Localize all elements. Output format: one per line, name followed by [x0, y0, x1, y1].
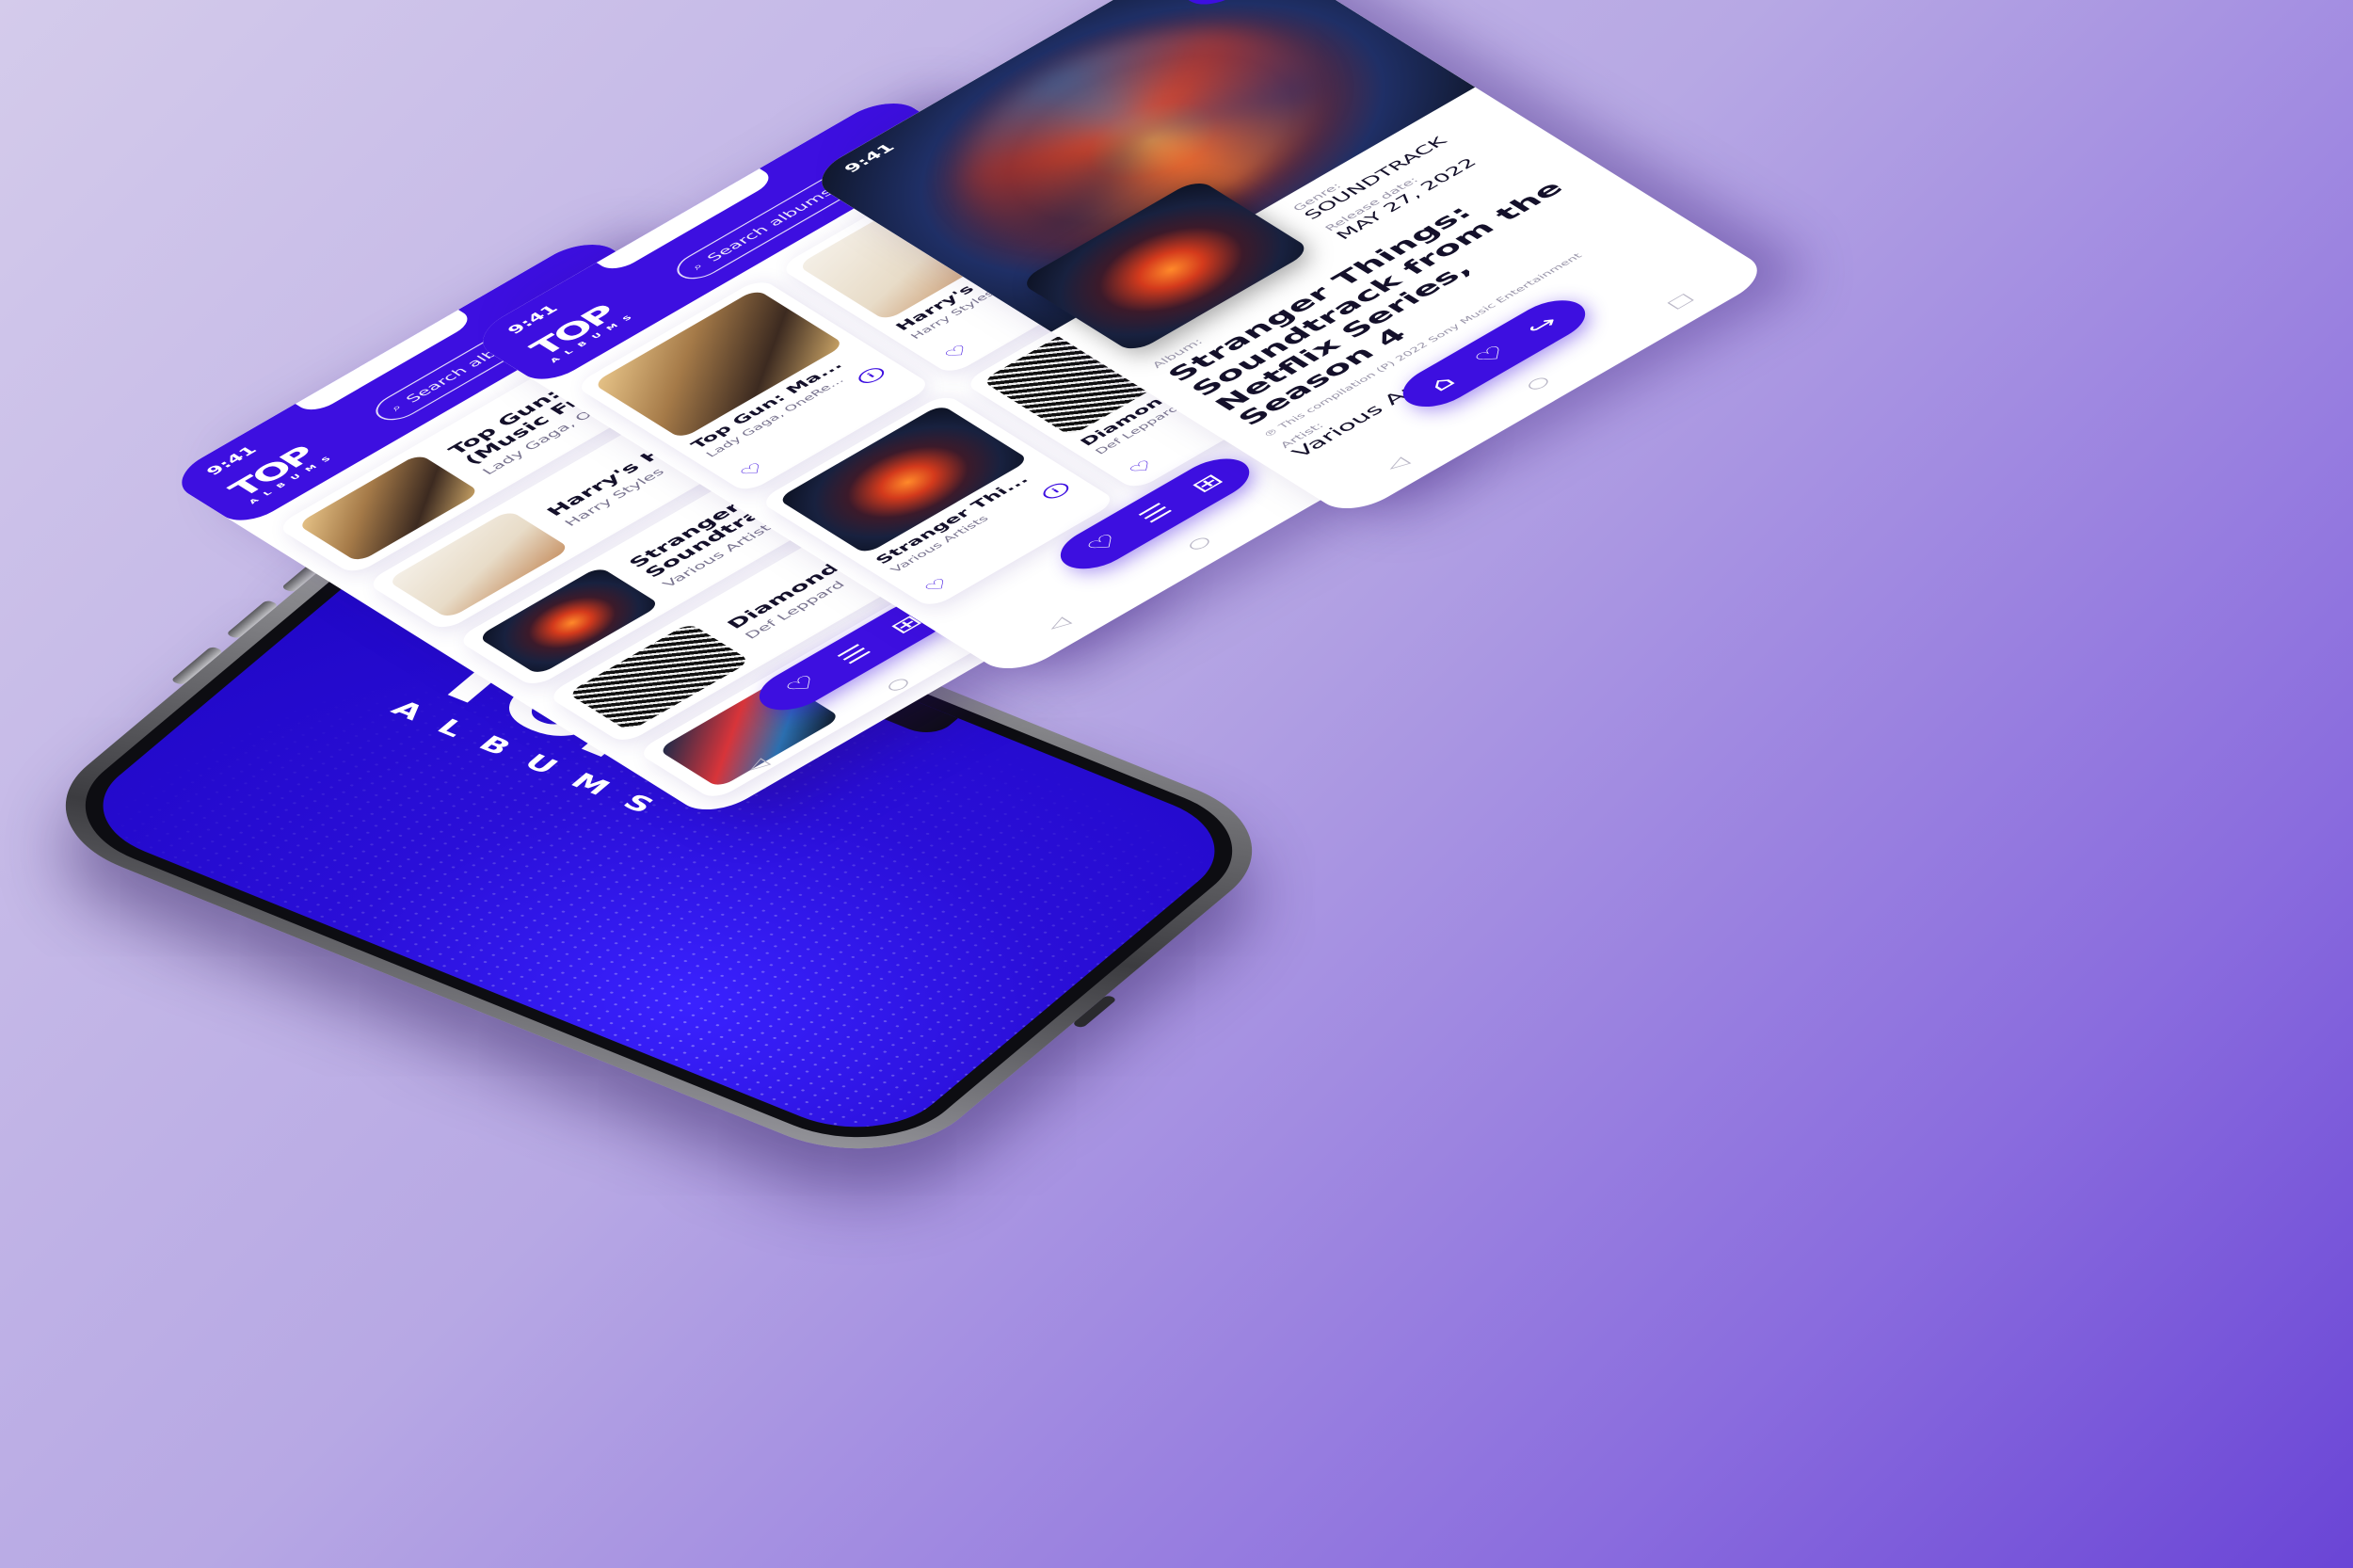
recents-square-icon[interactable]: □ — [1662, 291, 1698, 312]
favorite-button[interactable]: ♡ — [1173, 0, 1259, 12]
search-icon: ⌕ — [387, 402, 406, 413]
heart-icon[interactable]: ♡ — [1125, 457, 1160, 478]
heart-icon[interactable]: ♡ — [920, 575, 955, 596]
heart-icon[interactable]: ♡ — [940, 342, 975, 362]
list-icon[interactable]: ☰ — [1133, 500, 1179, 527]
home-circle-icon[interactable]: ○ — [881, 674, 915, 695]
home-circle-icon[interactable]: ○ — [1182, 533, 1216, 553]
grid-icon[interactable]: ⊞ — [1186, 470, 1230, 496]
phone-port — [1071, 994, 1118, 1029]
heart-icon[interactable]: ♡ — [735, 460, 770, 481]
search-icon: ⌕ — [688, 261, 707, 272]
home-icon[interactable]: ⌂ — [1423, 372, 1462, 395]
back-triangle-icon[interactable]: ◁ — [742, 756, 774, 775]
back-triangle-icon[interactable]: ◁ — [1043, 615, 1075, 633]
list-icon[interactable]: ☰ — [832, 641, 878, 668]
share-icon[interactable]: ↪ — [1521, 312, 1565, 339]
heart-icon[interactable]: ♡ — [1468, 342, 1514, 369]
home-circle-icon[interactable]: ○ — [1521, 373, 1555, 393]
back-triangle-icon[interactable]: ◁ — [1382, 455, 1414, 473]
heart-icon[interactable]: ♡ — [779, 671, 825, 698]
heart-icon[interactable]: ♡ — [1080, 530, 1127, 557]
